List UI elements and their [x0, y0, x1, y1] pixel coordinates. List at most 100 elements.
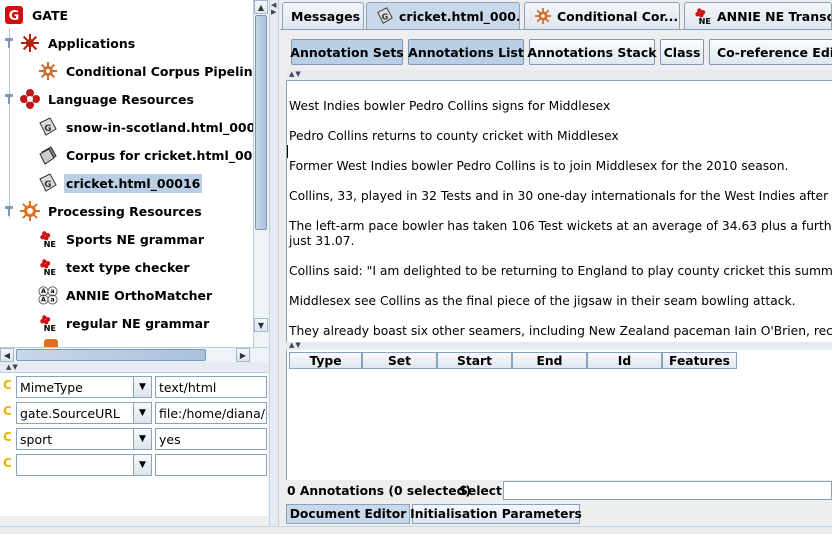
ne-icon: NE	[38, 257, 58, 277]
orthomatcher-icon: AaAa	[38, 285, 58, 305]
feature-row: C sport ▼ yes	[0, 425, 268, 451]
resource-tree[interactable]: G GATE Applications Conditional Corpus P…	[0, 0, 268, 348]
language-resources-icon	[20, 89, 40, 109]
feature-marker-icon: C	[3, 430, 12, 444]
class-button[interactable]: Class	[660, 39, 704, 65]
tab-document-editor[interactable]: Document Editor	[286, 504, 410, 524]
feature-name-combo[interactable]: ▼	[16, 454, 152, 476]
tree-vertical-scrollbar[interactable]: ▲ ▼	[253, 0, 268, 348]
chevron-down-icon[interactable]: ▼	[133, 429, 151, 449]
scroll-up-button[interactable]: ▲	[254, 0, 268, 14]
tab-conditional-corpus[interactable]: Conditional Cor...	[524, 2, 680, 29]
scroll-thumb[interactable]	[255, 15, 267, 230]
feature-row: C gate.SourceURL ▼ file:/home/diana/	[0, 399, 268, 425]
document-paragraph: Collins said: "I am delighted to be retu…	[289, 264, 832, 278]
resource-tabs: Messages G cricket.html_000... Condition…	[280, 0, 832, 30]
partial-resource-icon	[44, 339, 58, 347]
gate-logo-icon: G	[4, 5, 24, 25]
features-table[interactable]: C MimeType ▼ text/html C gate.SourceURL …	[0, 372, 268, 516]
document-icon: G	[375, 6, 395, 26]
tree-item-processing-resources[interactable]: Processing Resources	[4, 199, 204, 223]
feature-row: C MimeType ▼ text/html	[0, 373, 268, 399]
column-header-id[interactable]: Id	[587, 352, 662, 369]
feature-row-new: C ▼	[0, 451, 268, 477]
main-split-divider[interactable]: ◀ ▶	[269, 0, 279, 534]
feature-name-combo[interactable]: sport ▼	[16, 428, 152, 450]
document-paragraph: They already boast six other seamers, in…	[289, 324, 832, 338]
applications-icon	[20, 33, 40, 53]
document-icon: G	[38, 117, 58, 137]
column-header-end[interactable]: End	[512, 352, 587, 369]
column-header-type[interactable]: Type	[289, 352, 362, 369]
feature-marker-icon: C	[3, 404, 12, 418]
tree-item-annie-orthomatcher[interactable]: AaAa ANNIE OrthoMatcher	[38, 283, 214, 307]
column-header-start[interactable]: Start	[437, 352, 512, 369]
pipeline-icon	[38, 61, 58, 81]
annotation-count: 0 Annotations (0 selected)	[287, 484, 471, 498]
feature-value-field[interactable]: file:/home/diana/	[155, 402, 267, 424]
document-paragraph: Pedro Collins returns to county cricket …	[289, 129, 619, 143]
svg-text:NE: NE	[44, 239, 56, 249]
tree-item-corpus-cricket[interactable]: Corpus for cricket.html_0001	[38, 143, 267, 167]
toolbar-split-divider[interactable]: ▲▼	[286, 70, 832, 79]
tree-item-applications[interactable]: Applications	[4, 31, 137, 55]
svg-text:G: G	[382, 12, 389, 22]
svg-text:NE: NE	[44, 323, 56, 333]
document-text-area[interactable]: West Indies bowler Pedro Collins signs f…	[286, 80, 832, 342]
document-paragraph: Former West Indies bowler Pedro Collins …	[289, 159, 789, 173]
column-header-set[interactable]: Set	[362, 352, 437, 369]
tab-annie-ne-transducer[interactable]: NE ANNIE NE Transd...	[684, 2, 832, 29]
tree-item-snow-in-scotland[interactable]: G snow-in-scotland.html_0003	[38, 115, 266, 139]
feature-value-field[interactable]: text/html	[155, 376, 267, 398]
tree-item-language-resources[interactable]: Language Resources	[4, 87, 196, 111]
scroll-left-button[interactable]: ◀	[0, 348, 14, 362]
chevron-down-icon[interactable]: ▼	[133, 455, 151, 475]
document-split-divider[interactable]: ▲▼	[286, 341, 832, 350]
column-header-features[interactable]: Features	[662, 352, 737, 369]
scroll-thumb[interactable]	[16, 349, 206, 361]
ne-icon: NE	[38, 229, 58, 249]
co-reference-editor-button[interactable]: Co-reference Editor	[709, 39, 832, 65]
tree-item-regular-ne-grammar[interactable]: NE regular NE grammar	[38, 311, 211, 335]
chevron-down-icon[interactable]: ▼	[133, 403, 151, 423]
scroll-right-button[interactable]: ▶	[236, 348, 250, 362]
feature-value-field[interactable]	[155, 454, 267, 476]
tab-cricket-document[interactable]: G cricket.html_000...	[366, 2, 520, 29]
tree-item-cricket-html[interactable]: G cricket.html_00016	[38, 171, 203, 195]
corpus-icon	[38, 145, 58, 165]
tree-horizontal-scrollbar[interactable]: ◀ ▶	[0, 347, 268, 362]
ne-icon: NE	[693, 6, 713, 26]
tree-root-gate[interactable]: G GATE	[4, 3, 70, 27]
tree-root-label: GATE	[32, 7, 69, 23]
tab-messages[interactable]: Messages	[282, 2, 364, 29]
document-paragraph: Collins, 33, played in 32 Tests and in 3…	[289, 189, 832, 203]
document-paragraph: West Indies bowler Pedro Collins signs f…	[289, 99, 611, 113]
ne-icon: NE	[38, 313, 58, 333]
annotations-list-button[interactable]: Annotations List	[408, 39, 524, 65]
select-input[interactable]	[503, 481, 832, 500]
svg-text:G: G	[9, 9, 20, 24]
svg-text:A: A	[41, 288, 46, 295]
expand-toggle-icon[interactable]	[4, 94, 14, 104]
svg-text:G: G	[44, 180, 51, 190]
feature-name-combo[interactable]: gate.SourceURL ▼	[16, 402, 152, 424]
expand-toggle-icon[interactable]	[4, 38, 14, 48]
feature-name-combo[interactable]: MimeType ▼	[16, 376, 152, 398]
processing-resources-icon	[20, 201, 40, 221]
svg-text:NE: NE	[699, 16, 711, 25]
document-icon: G	[38, 173, 58, 193]
left-split-divider[interactable]: ▲▼	[0, 362, 268, 372]
scroll-down-button[interactable]: ▼	[254, 318, 268, 332]
expand-toggle-icon[interactable]	[4, 206, 14, 216]
tab-initialisation-parameters[interactable]: Initialisation Parameters	[410, 504, 582, 524]
tree-item-text-type-checker[interactable]: NE text type checker	[38, 255, 192, 279]
annotations-stack-button[interactable]: Annotations Stack	[527, 39, 657, 65]
feature-value-field[interactable]: yes	[155, 428, 267, 450]
pipeline-icon	[533, 6, 553, 26]
status-bar	[0, 526, 832, 534]
tree-item-conditional-pipeline[interactable]: Conditional Corpus Pipeline_	[38, 59, 267, 83]
annotation-sets-button[interactable]: Annotation Sets	[290, 39, 404, 65]
tree-item-sports-ne-grammar[interactable]: NE Sports NE grammar	[38, 227, 206, 251]
chevron-down-icon[interactable]: ▼	[133, 377, 151, 397]
annotations-table[interactable]: Type Set Start End Id Features	[286, 350, 832, 480]
